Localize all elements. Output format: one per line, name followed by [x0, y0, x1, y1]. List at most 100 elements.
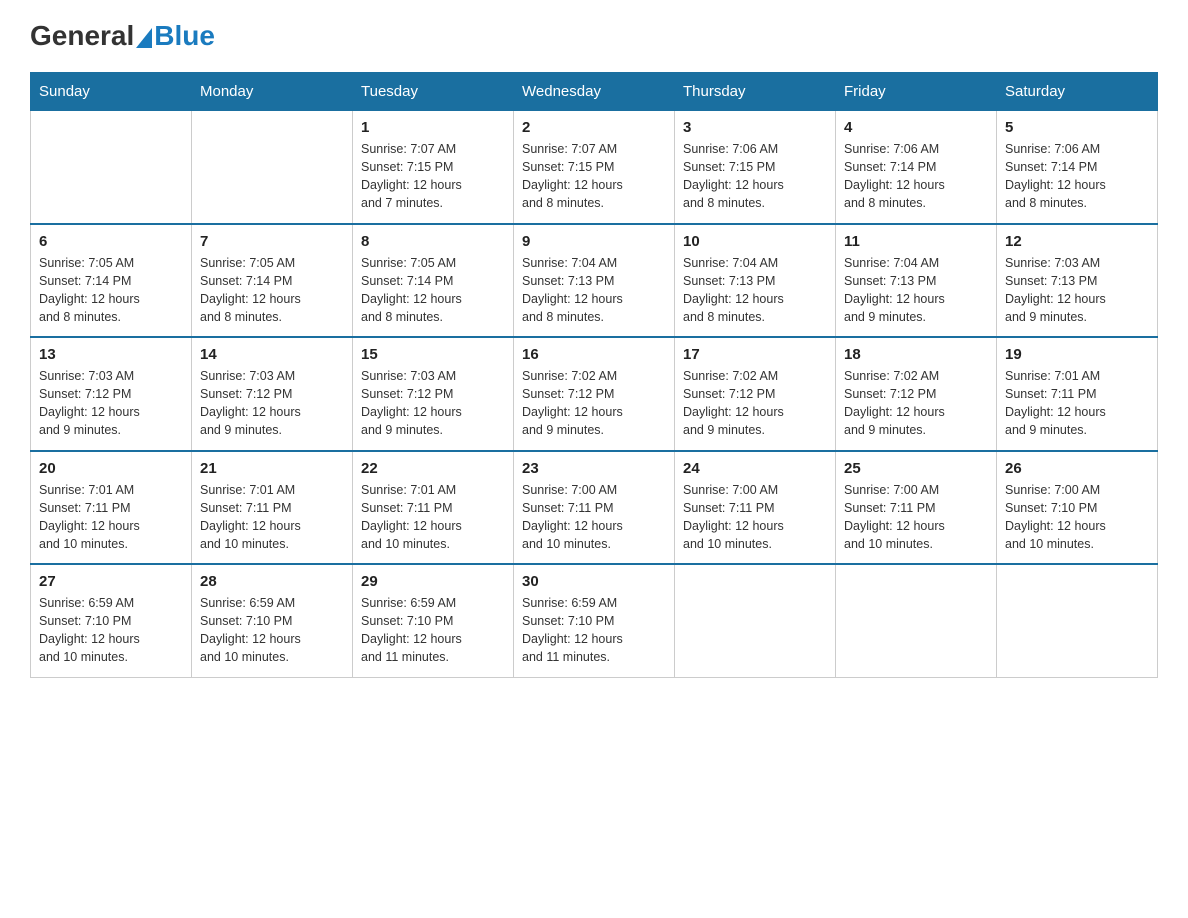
day-info: Sunrise: 7:01 AMSunset: 7:11 PMDaylight:… — [1005, 367, 1149, 440]
day-number: 25 — [844, 460, 988, 477]
header-wednesday: Wednesday — [514, 73, 675, 111]
calendar-day-cell: 23 Sunrise: 7:00 AMSunset: 7:11 PMDayligh… — [514, 451, 675, 565]
calendar-week-row: 1 Sunrise: 7:07 AMSunset: 7:15 PMDaylight… — [31, 111, 1158, 224]
day-number: 21 — [200, 460, 344, 477]
calendar-header-row: Sunday Monday Tuesday Wednesday Thursday… — [31, 73, 1158, 111]
day-number: 28 — [200, 573, 344, 590]
header: General Blue — [30, 20, 1158, 52]
calendar-day-cell: 19 Sunrise: 7:01 AMSunset: 7:11 PMDayligh… — [997, 337, 1158, 451]
day-info: Sunrise: 7:00 AMSunset: 7:11 PMDaylight:… — [522, 481, 666, 554]
calendar-day-cell: 11Sunrise: 7:04 AMSunset: 7:13 PMDayligh… — [836, 224, 997, 338]
calendar-week-row: 13 Sunrise: 7:03 AMSunset: 7:12 PMDayligh… — [31, 337, 1158, 451]
day-number: 15 — [361, 346, 505, 363]
day-info: Sunrise: 7:00 AMSunset: 7:11 PMDaylight:… — [844, 481, 988, 554]
day-info: Sunrise: 6:59 AMSunset: 7:10 PMDaylight:… — [361, 594, 505, 667]
day-info: Sunrise: 7:05 AMSunset: 7:14 PMDaylight:… — [361, 254, 505, 327]
calendar-week-row: 27 Sunrise: 6:59 AMSunset: 7:10 PMDayligh… — [31, 564, 1158, 677]
day-number: 13 — [39, 346, 183, 363]
logo: General Blue — [30, 20, 215, 52]
calendar-table: Sunday Monday Tuesday Wednesday Thursday… — [30, 72, 1158, 678]
header-monday: Monday — [192, 73, 353, 111]
calendar-day-cell: 20 Sunrise: 7:01 AMSunset: 7:11 PMDayligh… — [31, 451, 192, 565]
calendar-day-cell — [192, 111, 353, 224]
day-number: 14 — [200, 346, 344, 363]
day-number: 12 — [1005, 233, 1149, 250]
logo-triangle-icon — [136, 28, 152, 48]
day-info: Sunrise: 7:06 AMSunset: 7:15 PMDaylight:… — [683, 140, 827, 213]
day-number: 22 — [361, 460, 505, 477]
day-number: 5 — [1005, 119, 1149, 136]
day-info: Sunrise: 7:06 AMSunset: 7:14 PMDaylight:… — [844, 140, 988, 213]
day-info: Sunrise: 7:04 AMSunset: 7:13 PMDaylight:… — [683, 254, 827, 327]
day-number: 9 — [522, 233, 666, 250]
calendar-day-cell: 21 Sunrise: 7:01 AMSunset: 7:11 PMDayligh… — [192, 451, 353, 565]
calendar-day-cell — [836, 564, 997, 677]
day-info: Sunrise: 7:03 AMSunset: 7:12 PMDaylight:… — [200, 367, 344, 440]
calendar-day-cell: 22 Sunrise: 7:01 AMSunset: 7:11 PMDayligh… — [353, 451, 514, 565]
day-number: 26 — [1005, 460, 1149, 477]
header-sunday: Sunday — [31, 73, 192, 111]
day-number: 30 — [522, 573, 666, 590]
calendar-day-cell: 2Sunrise: 7:07 AMSunset: 7:15 PMDaylight… — [514, 111, 675, 224]
header-saturday: Saturday — [997, 73, 1158, 111]
calendar-day-cell: 16Sunrise: 7:02 AMSunset: 7:12 PMDayligh… — [514, 337, 675, 451]
calendar-week-row: 20 Sunrise: 7:01 AMSunset: 7:11 PMDayligh… — [31, 451, 1158, 565]
day-number: 1 — [361, 119, 505, 136]
calendar-day-cell: 7 Sunrise: 7:05 AMSunset: 7:14 PMDaylight… — [192, 224, 353, 338]
day-info: Sunrise: 7:01 AMSunset: 7:11 PMDaylight:… — [361, 481, 505, 554]
day-number: 29 — [361, 573, 505, 590]
day-info: Sunrise: 6:59 AMSunset: 7:10 PMDaylight:… — [200, 594, 344, 667]
calendar-day-cell: 12 Sunrise: 7:03 AMSunset: 7:13 PMDayligh… — [997, 224, 1158, 338]
calendar-day-cell: 9 Sunrise: 7:04 AMSunset: 7:13 PMDaylight… — [514, 224, 675, 338]
day-info: Sunrise: 7:01 AMSunset: 7:11 PMDaylight:… — [39, 481, 183, 554]
day-number: 20 — [39, 460, 183, 477]
logo-general-text: General — [30, 20, 134, 52]
calendar-day-cell — [675, 564, 836, 677]
calendar-day-cell — [31, 111, 192, 224]
logo-blue-text: Blue — [154, 20, 215, 52]
calendar-day-cell: 3Sunrise: 7:06 AMSunset: 7:15 PMDaylight… — [675, 111, 836, 224]
header-thursday: Thursday — [675, 73, 836, 111]
calendar-day-cell: 17Sunrise: 7:02 AMSunset: 7:12 PMDayligh… — [675, 337, 836, 451]
day-info: Sunrise: 7:05 AMSunset: 7:14 PMDaylight:… — [39, 254, 183, 327]
calendar-day-cell: 28 Sunrise: 6:59 AMSunset: 7:10 PMDayligh… — [192, 564, 353, 677]
calendar-day-cell: 24Sunrise: 7:00 AMSunset: 7:11 PMDayligh… — [675, 451, 836, 565]
day-info: Sunrise: 7:03 AMSunset: 7:13 PMDaylight:… — [1005, 254, 1149, 327]
day-info: Sunrise: 6:59 AMSunset: 7:10 PMDaylight:… — [522, 594, 666, 667]
day-number: 18 — [844, 346, 988, 363]
day-number: 8 — [361, 233, 505, 250]
day-info: Sunrise: 7:02 AMSunset: 7:12 PMDaylight:… — [683, 367, 827, 440]
header-friday: Friday — [836, 73, 997, 111]
day-number: 10 — [683, 233, 827, 250]
day-info: Sunrise: 7:00 AMSunset: 7:10 PMDaylight:… — [1005, 481, 1149, 554]
day-info: Sunrise: 7:03 AMSunset: 7:12 PMDaylight:… — [361, 367, 505, 440]
day-number: 19 — [1005, 346, 1149, 363]
calendar-day-cell: 25 Sunrise: 7:00 AMSunset: 7:11 PMDayligh… — [836, 451, 997, 565]
day-info: Sunrise: 7:05 AMSunset: 7:14 PMDaylight:… — [200, 254, 344, 327]
day-number: 11 — [844, 233, 988, 250]
day-info: Sunrise: 6:59 AMSunset: 7:10 PMDaylight:… — [39, 594, 183, 667]
day-number: 24 — [683, 460, 827, 477]
day-number: 16 — [522, 346, 666, 363]
day-info: Sunrise: 7:07 AMSunset: 7:15 PMDaylight:… — [522, 140, 666, 213]
day-number: 4 — [844, 119, 988, 136]
day-info: Sunrise: 7:06 AMSunset: 7:14 PMDaylight:… — [1005, 140, 1149, 213]
calendar-day-cell: 4 Sunrise: 7:06 AMSunset: 7:14 PMDaylight… — [836, 111, 997, 224]
calendar-day-cell: 14 Sunrise: 7:03 AMSunset: 7:12 PMDayligh… — [192, 337, 353, 451]
calendar-day-cell: 29 Sunrise: 6:59 AMSunset: 7:10 PMDayligh… — [353, 564, 514, 677]
day-info: Sunrise: 7:01 AMSunset: 7:11 PMDaylight:… — [200, 481, 344, 554]
calendar-week-row: 6 Sunrise: 7:05 AMSunset: 7:14 PMDaylight… — [31, 224, 1158, 338]
calendar-day-cell: 13 Sunrise: 7:03 AMSunset: 7:12 PMDayligh… — [31, 337, 192, 451]
calendar-day-cell: 1Sunrise: 7:07 AMSunset: 7:15 PMDaylight… — [353, 111, 514, 224]
day-number: 6 — [39, 233, 183, 250]
day-info: Sunrise: 7:04 AMSunset: 7:13 PMDaylight:… — [522, 254, 666, 327]
calendar-day-cell: 6 Sunrise: 7:05 AMSunset: 7:14 PMDaylight… — [31, 224, 192, 338]
day-info: Sunrise: 7:02 AMSunset: 7:12 PMDaylight:… — [844, 367, 988, 440]
day-info: Sunrise: 7:03 AMSunset: 7:12 PMDaylight:… — [39, 367, 183, 440]
calendar-day-cell: 26 Sunrise: 7:00 AMSunset: 7:10 PMDayligh… — [997, 451, 1158, 565]
day-number: 27 — [39, 573, 183, 590]
header-tuesday: Tuesday — [353, 73, 514, 111]
day-number: 23 — [522, 460, 666, 477]
calendar-day-cell: 27 Sunrise: 6:59 AMSunset: 7:10 PMDayligh… — [31, 564, 192, 677]
day-number: 7 — [200, 233, 344, 250]
